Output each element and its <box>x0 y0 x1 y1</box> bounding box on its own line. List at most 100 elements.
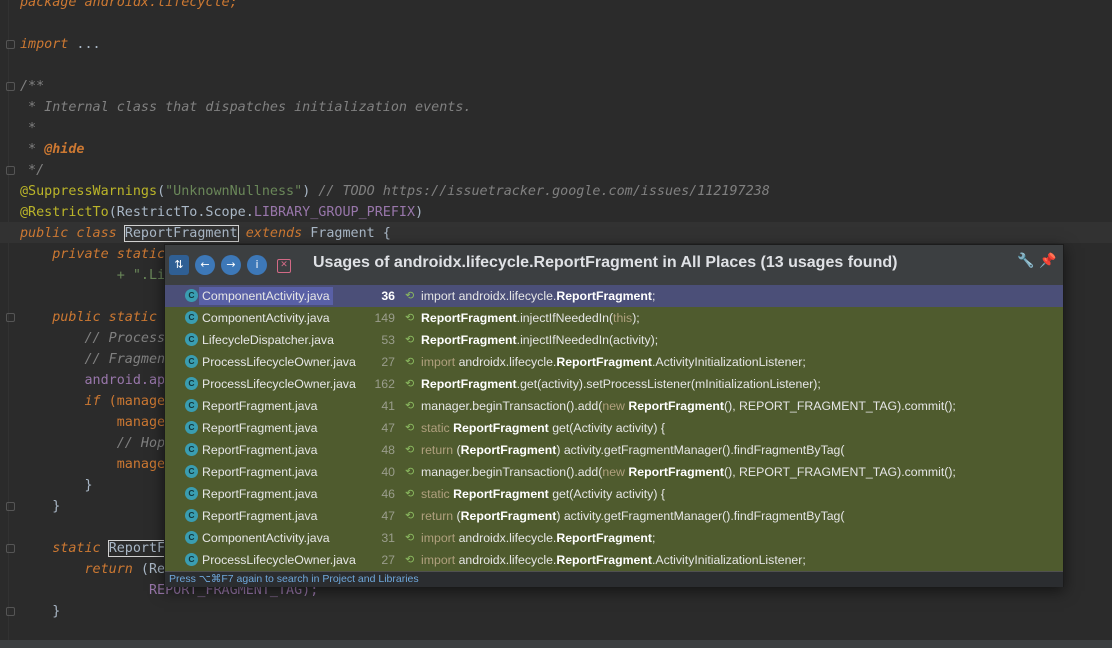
snippet-text: androidx.lifecycle. <box>455 531 557 545</box>
usage-file-name: ComponentActivity.java <box>202 531 330 545</box>
keyword: public static <box>20 310 158 325</box>
java-class-icon: C <box>185 487 198 500</box>
usage-row[interactable]: C ProcessLifecycleOwner.java 162 ⟲ ReportFra… <box>165 373 1063 395</box>
doc-prefix: * <box>20 142 45 157</box>
snippet-text: ); <box>632 311 640 325</box>
usage-row[interactable]: C ReportFragment.java 40 ⟲ manager.beginTran… <box>165 461 1063 483</box>
code-line: } <box>20 478 93 493</box>
java-class-icon: C <box>185 289 198 302</box>
usages-popup[interactable]: ⇅ ← → i ✕ Usages of androidx.lifecycle.R… <box>164 244 1064 587</box>
code-text: (RestrictTo.Scope. <box>108 205 254 220</box>
pin-icon[interactable]: 📌 <box>1039 253 1056 269</box>
usage-row[interactable]: C LifecycleDispatcher.java 53 ⟲ ReportFragme… <box>165 329 1063 351</box>
java-class-icon: C <box>185 421 198 434</box>
snippet-text: manager.beginTransaction().add( <box>421 465 603 479</box>
usage-row[interactable]: C ProcessLifecycleOwner.java 27 ⟲ import and… <box>165 549 1063 571</box>
code-line: manage <box>20 415 166 430</box>
fold-icon[interactable] <box>6 313 15 322</box>
fold-icon[interactable] <box>6 607 15 616</box>
usage-row[interactable]: C ReportFragment.java 46 ⟲ static ReportFrag… <box>165 483 1063 505</box>
code-line-doc-end: */ <box>20 163 45 178</box>
usage-match: ReportFragment <box>460 509 557 523</box>
usage-row[interactable]: C ReportFragment.java 47 ⟲ static ReportFrag… <box>165 417 1063 439</box>
class-name-highlight[interactable]: ReportFragment <box>123 225 239 242</box>
snippet-text: return <box>421 509 457 523</box>
usage-line-number: 48 <box>381 443 395 457</box>
next-occurrence-icon[interactable]: → <box>221 255 241 275</box>
code-line: manage <box>20 457 166 472</box>
code-line-doc-hide: * @hide <box>20 139 84 160</box>
fold-icon[interactable] <box>6 544 15 553</box>
usage-match: ReportFragment <box>628 465 725 479</box>
keyword: import <box>20 37 69 52</box>
fold-icon[interactable] <box>6 82 15 91</box>
code-text: (Re <box>132 562 166 577</box>
snippet-text: new <box>602 399 629 413</box>
usage-file-name: ReportFragment.java <box>202 487 318 501</box>
usage-row[interactable]: C ReportFragment.java 48 ⟲ return (ReportFra… <box>165 439 1063 461</box>
info-icon[interactable]: i <box>247 255 267 275</box>
usage-row[interactable]: C ReportFragment.java 41 ⟲ manager.beginTran… <box>165 395 1063 417</box>
usage-row[interactable]: C ReportFragment.java 47 ⟲ return (ReportFra… <box>165 505 1063 527</box>
snippet-text: static <box>421 421 454 435</box>
usage-line-number: 47 <box>381 509 395 523</box>
code-line: } <box>20 604 61 619</box>
usage-code-snippet: ReportFragment.get(activity).setProcessL… <box>421 373 821 395</box>
code-line-package: package androidx.lifecycle; <box>20 0 238 13</box>
merge-usages-icon[interactable]: ⇅ <box>169 255 189 275</box>
snippet-text: .get(activity).setProcessListener(mIniti… <box>516 377 821 391</box>
snippet-text: get(Activity activity) { <box>548 487 665 501</box>
snippet-text: return <box>421 443 457 457</box>
popup-header: ⇅ ← → i ✕ Usages of androidx.lifecycle.R… <box>165 245 1063 285</box>
settings-wrench-icon[interactable]: 🔧 <box>1017 253 1034 269</box>
usage-match: ReportFragment <box>628 399 725 413</box>
code-line-static: static ReportF <box>20 538 167 559</box>
fold-icon[interactable] <box>6 166 15 175</box>
string-literal: + ".Li <box>20 268 166 283</box>
usage-file-name: ProcessLifecycleOwner.java <box>202 553 356 567</box>
annotation: @RestrictTo <box>20 205 109 220</box>
usage-type-icon: ⟲ <box>405 422 415 434</box>
usage-row[interactable]: C ComponentActivity.java 36 ⟲ import android… <box>165 285 1063 307</box>
close-preview-icon[interactable]: ✕ <box>277 259 291 273</box>
snippet-text: ) activity.getFragmentManager().findFrag… <box>556 443 845 457</box>
code-line-comment: // Process <box>20 331 166 346</box>
superclass[interactable]: Fragment <box>310 226 375 241</box>
usage-code-snippet: static ReportFragment get(Activity activ… <box>421 483 665 505</box>
popup-footer: Press ⌥⌘F7 again to search in Project an… <box>165 571 1063 587</box>
java-class-icon: C <box>185 509 198 522</box>
usage-code-snippet: static ReportFragment get(Activity activ… <box>421 417 665 439</box>
usage-row[interactable]: C ProcessLifecycleOwner.java 27 ⟲ import and… <box>165 351 1063 373</box>
code-line-class-decl: public class ReportFragment extends Frag… <box>20 223 391 244</box>
code-line: private static <box>20 244 165 265</box>
usage-file-name: LifecycleDispatcher.java <box>202 333 334 347</box>
usage-row[interactable]: C ComponentActivity.java 31 ⟲ import android… <box>165 527 1063 549</box>
keyword: static <box>20 541 101 556</box>
java-class-icon: C <box>185 355 198 368</box>
usage-type-icon: ⟲ <box>405 356 415 368</box>
keyword: if <box>20 394 101 409</box>
import-collapsed[interactable]: ... <box>68 37 100 52</box>
java-class-icon: C <box>185 531 198 544</box>
usages-list[interactable]: C ComponentActivity.java 36 ⟲ import android… <box>165 285 1063 571</box>
usage-row[interactable]: C ComponentActivity.java 149 ⟲ ReportFragmen… <box>165 307 1063 329</box>
usage-match: ReportFragment <box>421 311 517 325</box>
usage-line-number: 27 <box>381 355 395 369</box>
usage-type-icon: ⟲ <box>405 554 415 566</box>
usage-line-number: 47 <box>381 421 395 435</box>
usage-code-snippet: ReportFragment.injectIfNeededIn(activity… <box>421 329 658 351</box>
fold-icon[interactable] <box>6 502 15 511</box>
bottom-panel-edge <box>0 640 1112 648</box>
snippet-text: androidx.lifecycle. <box>455 553 557 567</box>
snippet-text: this <box>613 311 633 325</box>
method-name-highlight[interactable]: ReportF <box>107 540 167 557</box>
snippet-text: ) activity.getFragmentManager().findFrag… <box>556 509 845 523</box>
fold-icon[interactable] <box>6 40 15 49</box>
code-line: } <box>20 499 61 514</box>
keyword: package androidx.lifecycle; <box>20 0 238 10</box>
previous-occurrence-icon[interactable]: ← <box>195 255 215 275</box>
snippet-text: .injectIfNeededIn(activity); <box>516 333 659 347</box>
usage-code-snippet: return (ReportFragment) activity.getFrag… <box>421 505 844 527</box>
usage-line-number: 27 <box>381 553 395 567</box>
java-class-icon: C <box>185 399 198 412</box>
